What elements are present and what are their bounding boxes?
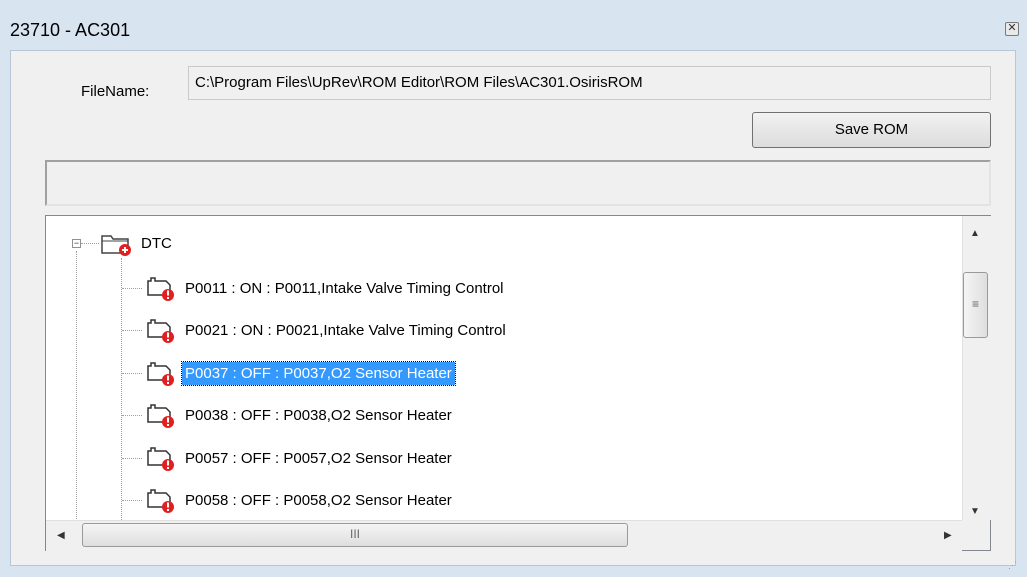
- scroll-right-arrow-icon[interactable]: ▶: [944, 530, 952, 541]
- tree-item[interactable]: P0058 : OFF : P0058,O2 Sensor Heater: [144, 485, 455, 515]
- tree-connector: [76, 251, 77, 550]
- scroll-left-arrow-icon[interactable]: ◀: [57, 530, 65, 541]
- horizontal-scroll-thumb[interactable]: III: [82, 523, 628, 547]
- engine-warning-icon: [147, 277, 174, 301]
- tree-item-label: P0037 : OFF : P0037,O2 Sensor Heater: [181, 360, 456, 386]
- engine-warning-icon: [147, 489, 174, 513]
- tree-connector: [122, 415, 142, 416]
- tree-item-label: P0011 : ON : P0011,Intake Valve Timing C…: [185, 279, 504, 297]
- tree-item[interactable]: P0021 : ON : P0021,Intake Valve Timing C…: [144, 315, 509, 345]
- tree-connector: [122, 330, 142, 331]
- folder-icon: [101, 235, 131, 256]
- status-box: [45, 160, 991, 206]
- tree-node-dtc[interactable]: DTC: [100, 228, 175, 258]
- collapse-toggle[interactable]: −: [72, 239, 81, 248]
- tree-connector: [121, 258, 122, 550]
- tree-item-selected[interactable]: P0037 : OFF : P0037,O2 Sensor Heater: [144, 358, 456, 388]
- resize-grip-icon[interactable]: ⋰: [1008, 560, 1017, 571]
- tree-node-label: DTC: [141, 234, 172, 252]
- scrollbar-corner: [962, 520, 990, 550]
- tree-item[interactable]: P0011 : ON : P0011,Intake Valve Timing C…: [144, 273, 507, 303]
- vertical-scrollbar[interactable]: [962, 216, 991, 520]
- tree-connector: [122, 288, 142, 289]
- close-button[interactable]: ✕: [1005, 22, 1019, 36]
- engine-warning-icon: [147, 404, 174, 428]
- tree-connector: [122, 500, 142, 501]
- tree-connector: [122, 373, 142, 374]
- dtc-tree[interactable]: − DTC P0011 : ON : P0011,Intake Valve Ti…: [45, 215, 991, 551]
- scroll-up-arrow-icon[interactable]: ▲: [970, 228, 980, 239]
- title-bar[interactable]: 23710 - AC301 ✕: [0, 0, 1027, 50]
- tree-item-label: P0057 : OFF : P0057,O2 Sensor Heater: [185, 449, 452, 467]
- scroll-down-arrow-icon[interactable]: ▼: [970, 506, 980, 517]
- engine-warning-icon: [147, 447, 174, 471]
- engine-warning-icon: [147, 362, 174, 386]
- save-rom-button[interactable]: Save ROM: [752, 112, 991, 148]
- tree-item[interactable]: P0038 : OFF : P0038,O2 Sensor Heater: [144, 400, 455, 430]
- vertical-scroll-thumb[interactable]: ≡: [963, 272, 988, 338]
- engine-warning-icon: [147, 319, 174, 343]
- filename-label: FileName:: [81, 83, 150, 100]
- window-title: 23710 - AC301: [10, 20, 131, 40]
- close-icon: ✕: [1007, 22, 1017, 34]
- tree-item-label: P0038 : OFF : P0038,O2 Sensor Heater: [185, 406, 452, 424]
- tree-connector: [122, 458, 142, 459]
- filename-field[interactable]: C:\Program Files\UpRev\ROM Editor\ROM Fi…: [188, 66, 991, 100]
- tree-item-label: P0058 : OFF : P0058,O2 Sensor Heater: [185, 491, 452, 509]
- tree-connector: [81, 243, 99, 244]
- tree-item-label: P0021 : ON : P0021,Intake Valve Timing C…: [185, 321, 506, 339]
- tree-item[interactable]: P0057 : OFF : P0057,O2 Sensor Heater: [144, 443, 455, 473]
